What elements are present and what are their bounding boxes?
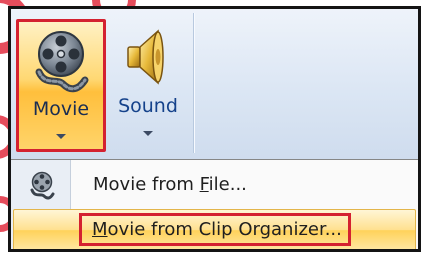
dropdown-arrow-icon <box>143 131 153 136</box>
film-reel-icon <box>31 28 91 98</box>
ribbon-media-clips-group: Movie Sound <box>11 9 418 159</box>
movie-button[interactable]: Movie <box>16 19 106 152</box>
application-window: Movie Sound Movie from File... Movie fro… <box>8 6 421 252</box>
movie-dropdown-menu: Movie from File... Movie from Clip Organ… <box>11 159 418 249</box>
sound-button-label: Sound <box>118 95 178 117</box>
group-separator <box>193 13 194 153</box>
menu-item-movie-from-clip-organizer[interactable]: Movie from Clip Organizer... <box>11 207 418 249</box>
menu-item-label: Movie from File... <box>93 174 247 195</box>
menu-item-movie-from-file[interactable]: Movie from File... <box>11 164 418 208</box>
dropdown-arrow-icon <box>56 134 66 139</box>
screenshot-stage: Movie Sound Movie from File... Movie fro… <box>0 0 425 255</box>
sound-button[interactable]: Sound <box>109 19 187 152</box>
movie-button-label: Movie <box>32 98 90 120</box>
speaker-icon <box>120 25 176 95</box>
film-reel-small-icon <box>29 171 55 205</box>
menu-item-label: Movie from Clip Organizer... <box>79 213 351 246</box>
